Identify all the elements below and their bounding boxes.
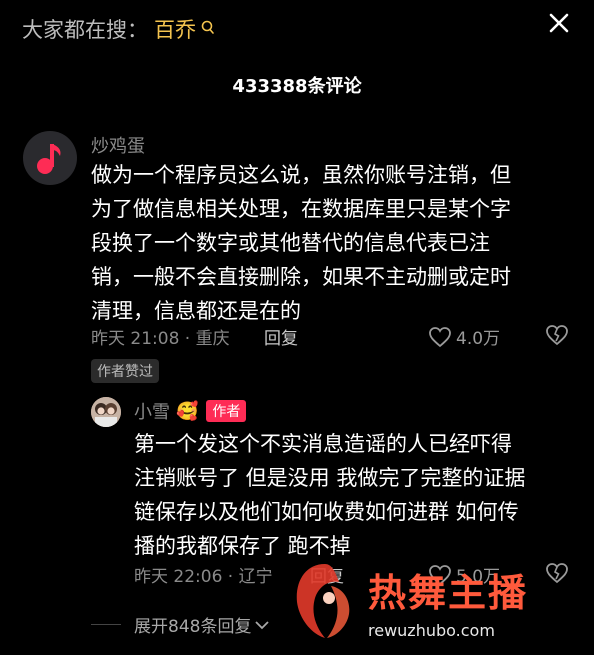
watermark: 热舞主播 rewuzhubo.com	[368, 562, 528, 640]
reply-text-line: 第一个发这个不实消息造谣的人已经吓得	[134, 432, 512, 456]
reply-text: 第一个发这个不实消息造谣的人已经吓得 注销账号了 但是没用 我做完了完整的证据 …	[134, 427, 574, 563]
search-term-link[interactable]: 百乔	[154, 14, 196, 44]
author-liked-badge: 作者赞过	[91, 359, 159, 383]
watermark-logo	[285, 558, 365, 643]
search-suggestion-bar[interactable]: 大家都在搜： 百乔	[22, 14, 217, 44]
watermark-brand: 热舞主播	[368, 571, 529, 615]
avatar[interactable]	[23, 131, 77, 185]
dancer-logo-icon	[296, 564, 350, 638]
smiling-face-emoji: 🥰	[176, 400, 199, 422]
comment-author-name[interactable]: 炒鸡蛋	[91, 132, 145, 158]
dislike-icon[interactable]	[545, 562, 569, 584]
reply-text-line: 注销账号了 但是没用 我做完了完整的证据	[134, 466, 526, 490]
avatar[interactable]	[91, 397, 121, 427]
reply-text-line: 链保存以及他们如何收费如何进群 如何传	[134, 500, 519, 524]
expand-replies-button[interactable]: 展开848条回复	[134, 612, 270, 637]
heart-icon	[429, 326, 451, 347]
comment-count-title: 433388条评论	[232, 76, 362, 97]
comment-text-line: 清理，信息都还是在的	[91, 299, 301, 323]
comment-text-line: 段换了一个数字或其他替代的信息代表已注	[91, 231, 490, 255]
author-badge: 作者	[206, 400, 247, 422]
reply-button[interactable]: 回复	[264, 324, 298, 349]
comment-text: 做为一个程序员这么说，虽然你账号注销，但 为了做信息相关处理，在数据库里只是某个…	[91, 158, 571, 328]
reply-time-location: 昨天 22:06 · 辽宁	[134, 567, 273, 587]
like-count: 4.0万	[456, 329, 501, 349]
like-button[interactable]: 4.0万	[428, 324, 500, 349]
divider	[91, 624, 121, 625]
music-note-icon	[37, 144, 61, 174]
comment-time-location: 昨天 21:08 · 重庆	[91, 329, 230, 349]
avatar-image	[91, 397, 121, 427]
search-label: 大家都在搜：	[22, 18, 148, 42]
comment-text-line: 为了做信息相关处理，在数据库里只是某个字	[91, 197, 511, 221]
chevron-down-icon	[255, 620, 270, 629]
reply-author-row: 小雪 🥰 作者	[134, 398, 247, 424]
expand-replies-label: 展开848条回复	[134, 617, 252, 637]
reply-author-name[interactable]: 小雪	[134, 398, 170, 424]
comment-text-line: 销，一般不会直接删除，如果不主动删或定时	[91, 265, 511, 289]
dislike-icon[interactable]	[545, 324, 569, 346]
search-icon	[201, 20, 214, 34]
watermark-url: rewuzhubo.com	[368, 621, 495, 640]
comment-text-line: 做为一个程序员这么说，虽然你账号注销，但	[91, 163, 511, 187]
close-icon[interactable]	[546, 10, 572, 36]
